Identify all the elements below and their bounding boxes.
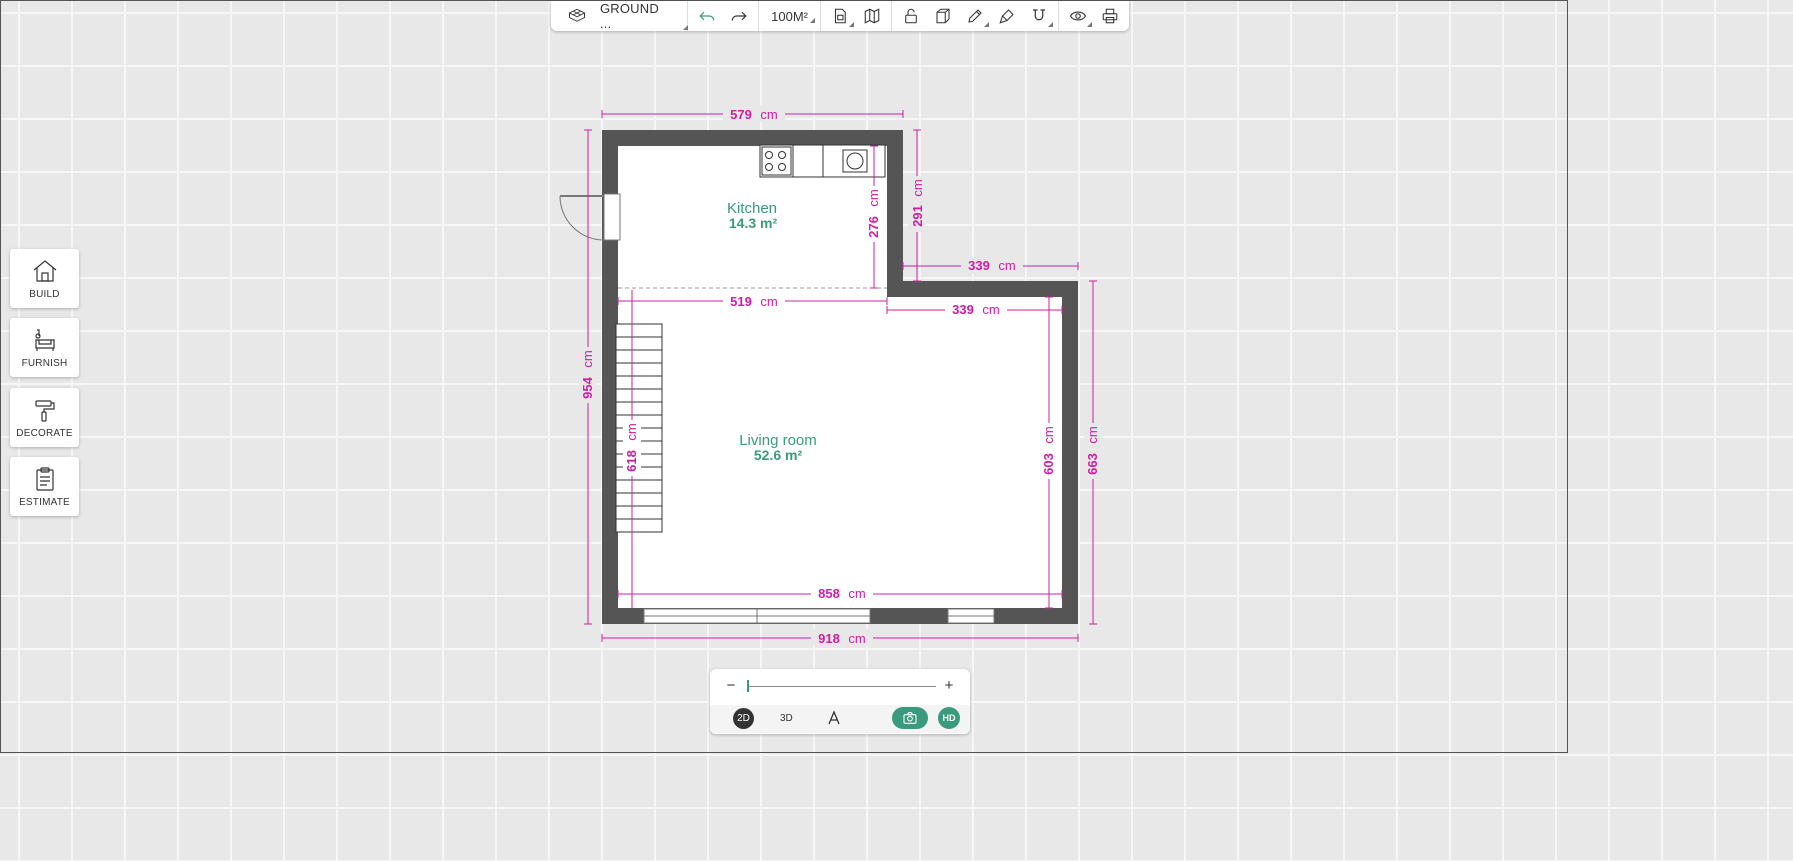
sofa-icon <box>34 329 55 351</box>
dimension-labels: 579 cm 291 cm 276 cm 339 cm 339 cm 519 c… <box>579 105 1102 646</box>
cube-button[interactable] <box>930 4 956 28</box>
house-icon <box>33 260 56 282</box>
undo-button[interactable] <box>694 4 720 28</box>
sidebar-item-label: ESTIMATE <box>19 497 70 508</box>
clipboard-icon <box>35 467 54 491</box>
magnet-icon <box>1033 9 1045 21</box>
view-controls: − + 2D 3D HD <box>710 669 970 734</box>
compass-icon <box>828 710 840 725</box>
sidebar-item-label: FURNISH <box>21 358 68 369</box>
dim-unit: cm <box>982 302 999 317</box>
print-button[interactable] <box>1097 4 1123 28</box>
dim-858: 858 <box>818 586 840 601</box>
hd-button[interactable]: HD <box>938 707 960 729</box>
dim-276: 276 <box>866 216 881 238</box>
dim-339-outer: 339 <box>968 258 990 273</box>
pencil-icon <box>968 9 982 23</box>
dim-unit: cm <box>848 631 865 646</box>
dim-663: 663 <box>1085 453 1100 475</box>
floor-selector[interactable]: GROUND ... <box>551 1 689 31</box>
area-button[interactable]: 100M² <box>765 9 815 24</box>
view-group <box>1059 1 1129 31</box>
zoom-out-button[interactable]: − <box>724 677 738 694</box>
history-group <box>688 1 760 31</box>
compass-button[interactable] <box>826 710 842 726</box>
dim-918: 918 <box>818 631 840 646</box>
document-icon <box>834 8 846 24</box>
windows <box>643 608 995 624</box>
docs-group <box>821 1 892 31</box>
view-3d-button[interactable]: 3D <box>780 713 793 724</box>
visibility-button[interactable] <box>1065 4 1092 28</box>
room-name-living-room: Living room <box>739 432 817 449</box>
dim-579: 579 <box>730 107 752 122</box>
print-icon <box>1102 8 1118 24</box>
floor <box>618 146 1062 608</box>
room-area-kitchen: 14.3 m² <box>729 215 778 231</box>
dim-unit: cm <box>624 423 639 440</box>
map-button[interactable] <box>859 4 885 28</box>
kitchen-counter <box>759 144 886 178</box>
dim-954: 954 <box>580 376 595 398</box>
top-toolbar: GROUND ... 100M² <box>551 1 1129 31</box>
lock-button[interactable] <box>898 4 924 28</box>
room-area-living-room: 52.6 m² <box>754 447 803 463</box>
sidebar-item-furnish[interactable]: FURNISH <box>10 318 79 377</box>
staircase <box>615 323 663 533</box>
document-button[interactable] <box>827 4 854 28</box>
floor-plan: 579 cm 291 cm 276 cm 339 cm 339 cm 519 c… <box>559 105 1102 646</box>
zoom-slider-track[interactable] <box>748 686 936 687</box>
tools-group <box>892 1 1059 31</box>
door <box>559 193 621 241</box>
undo-icon <box>699 11 715 21</box>
unlock-icon <box>905 8 917 24</box>
cube-icon <box>936 8 950 24</box>
area-group: 100M² <box>759 1 821 31</box>
dimension-lines <box>584 110 1097 642</box>
dim-unit: cm <box>580 350 595 367</box>
sidebar-item-label: BUILD <box>29 289 60 300</box>
paint-roller-icon <box>34 400 55 422</box>
dim-unit: cm <box>910 179 925 196</box>
magnet-button[interactable] <box>1026 4 1053 28</box>
dim-618: 618 <box>624 450 639 472</box>
dim-unit: cm <box>866 189 881 206</box>
floor-3d-icon <box>565 4 590 28</box>
sidebar-item-decorate[interactable]: DECORATE <box>10 388 79 447</box>
dim-603: 603 <box>1041 453 1056 475</box>
redo-button[interactable] <box>726 4 752 28</box>
camera-icon <box>903 712 917 724</box>
pencil-button[interactable] <box>962 4 989 28</box>
room-name-kitchen: Kitchen <box>727 200 777 217</box>
view-mode-bar: 2D 3D HD <box>710 705 970 733</box>
walls <box>602 130 1078 624</box>
sidebar-item-estimate[interactable]: ESTIMATE <box>10 457 79 516</box>
floor-name: GROUND ... <box>600 1 681 31</box>
camera-button[interactable] <box>892 707 928 729</box>
paint-marker-icon <box>999 9 1014 24</box>
map-icon <box>864 8 880 24</box>
sidebar-item-label: DECORATE <box>16 428 73 439</box>
sidebar-item-build[interactable]: BUILD <box>10 249 79 308</box>
dim-unit: cm <box>848 586 865 601</box>
zoom-in-button[interactable]: + <box>942 677 956 694</box>
zoom-control: − + <box>710 677 970 697</box>
view-2d-button[interactable]: 2D <box>733 708 754 729</box>
dim-unit: cm <box>1041 426 1056 443</box>
dim-291: 291 <box>910 205 925 227</box>
dim-unit: cm <box>760 107 777 122</box>
dim-519: 519 <box>730 294 752 309</box>
dim-unit: cm <box>998 258 1015 273</box>
dim-unit: cm <box>1085 426 1100 443</box>
zoom-slider-thumb[interactable] <box>747 680 749 692</box>
dim-unit: cm <box>760 294 777 309</box>
eye-icon <box>1069 11 1087 21</box>
marker-button[interactable] <box>994 4 1020 28</box>
dim-339-inner: 339 <box>952 302 974 317</box>
redo-icon <box>731 11 747 21</box>
